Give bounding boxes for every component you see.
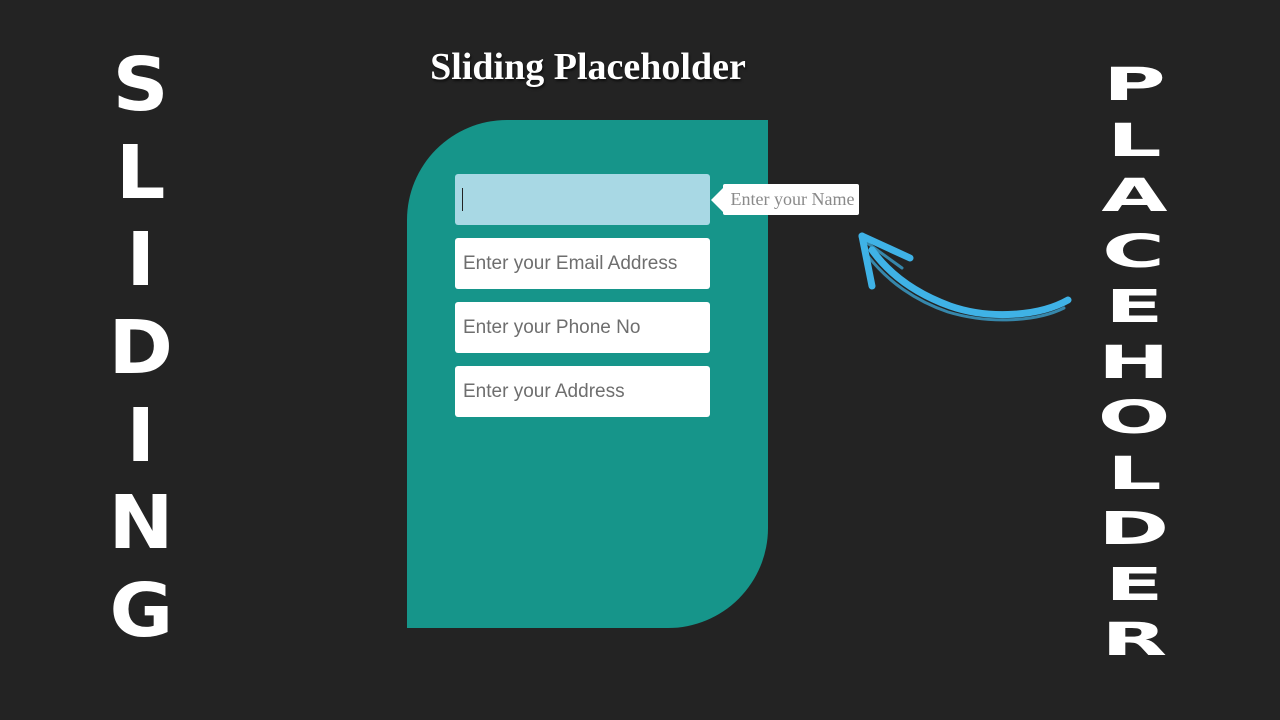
letter: O [1097,391,1171,444]
letter: N [108,480,174,567]
letter: L [1106,446,1162,500]
letter: D [1098,502,1170,555]
letter: S [113,42,169,128]
letter: E [1104,557,1164,611]
letter: H [1098,335,1170,389]
placeholder-vertical-text: P L A C E H O L D E R [1082,62,1186,662]
letter: D [108,304,174,391]
letter: L [116,129,166,216]
letter: I [126,217,156,304]
letter: I [126,392,156,479]
letter: A [1100,169,1168,222]
email-input[interactable] [455,238,710,289]
curved-arrow-icon [858,232,1072,322]
letter: P [1102,58,1166,111]
letter: R [1101,613,1167,666]
letter: C [1102,224,1166,278]
phone-input[interactable] [455,302,710,353]
letter: G [109,567,173,654]
sliding-placeholder-label: Enter your Name [723,184,859,215]
page-title: Sliding Placeholder [430,46,746,88]
letter: E [1104,280,1164,333]
name-input[interactable] [455,174,710,225]
sliding-vertical-text: S L I D I N G [95,48,187,648]
letter: L [1106,113,1162,167]
address-input[interactable] [455,366,710,417]
text-caret [462,188,463,211]
stage: S L I D I N G P L A C E H O L D E R Slid… [0,0,1280,720]
